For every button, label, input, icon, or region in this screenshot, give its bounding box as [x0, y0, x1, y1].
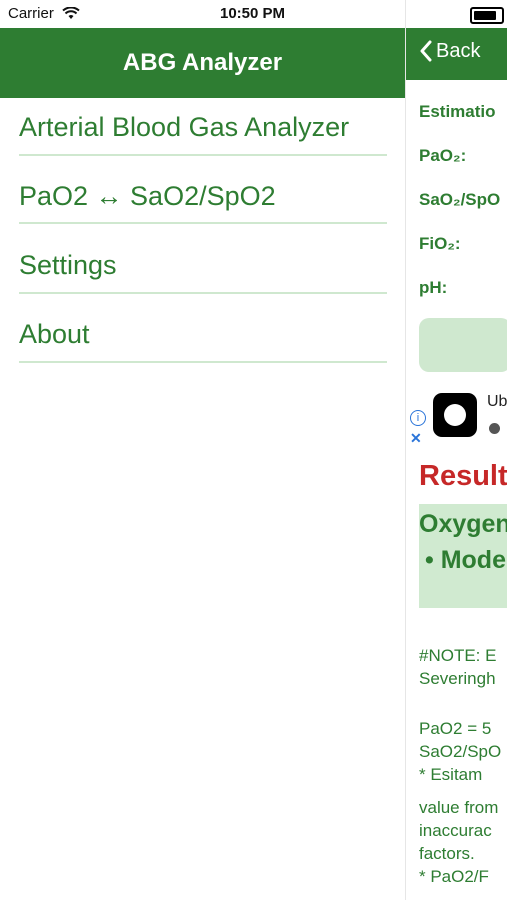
back-button[interactable]: Back — [436, 40, 480, 63]
results-line-2: • Mode — [425, 546, 506, 574]
fio2-label: FiO₂: — [419, 234, 461, 253]
detail-nav-bar: Back — [406, 28, 507, 80]
note-line: * PaO2/F — [419, 867, 489, 886]
menu-item-pao2-sao2[interactable]: PaO2 ↔ SaO2/SpO2 — [19, 181, 387, 217]
menu-title: ABG Analyzer — [0, 28, 405, 98]
apple-icon — [489, 423, 500, 434]
back-chevron-icon[interactable] — [420, 40, 432, 62]
note-line: value from — [419, 798, 499, 817]
carrier-label: Carrier — [8, 5, 54, 22]
menu-divider — [19, 292, 387, 294]
estimation-label: Estimatio — [419, 102, 496, 121]
ad-close-icon[interactable]: ✕ — [410, 430, 422, 447]
pao2-label: PaO₂: — [419, 146, 467, 165]
ad-app-icon[interactable] — [433, 393, 477, 437]
note-line: factors. — [419, 844, 475, 863]
detail-panel: Back Estimatio PaO₂: SaO₂/SpO FiO₂: pH: … — [405, 0, 507, 900]
ad-info-icon[interactable]: i — [410, 410, 426, 426]
results-title: Result — [419, 460, 507, 492]
results-line-1: Oxygen — [419, 510, 507, 538]
menu-item-about[interactable]: About — [19, 319, 387, 355]
menu-divider — [19, 222, 387, 224]
status-bar: Carrier 10:50 PM — [0, 0, 405, 28]
clock-label: 10:50 PM — [220, 5, 286, 22]
menu-divider — [19, 154, 387, 156]
note-line: #NOTE: E — [419, 646, 497, 665]
note-line: * Esitam — [419, 765, 483, 784]
detail-status-bar — [406, 0, 507, 28]
menu-panel: Carrier 10:50 PM ABG Analyzer Arterial B… — [0, 0, 405, 900]
note-line: PaO2 = 5 — [419, 719, 492, 738]
ph-label: pH: — [419, 278, 448, 297]
results-box: Oxygen • Mode — [419, 504, 507, 608]
menu-divider — [19, 361, 387, 363]
wifi-icon — [62, 7, 80, 19]
note-line: Severingh — [419, 669, 496, 688]
battery-icon — [470, 7, 504, 24]
note-line: inaccurac — [419, 821, 492, 840]
sao2-label: SaO₂/SpO — [419, 190, 501, 209]
ad-title[interactable]: Ub — [487, 393, 507, 411]
menu-item-settings[interactable]: Settings — [19, 250, 387, 286]
menu-item-abg-analyzer[interactable]: Arterial Blood Gas Analyzer — [19, 112, 387, 148]
calculate-button[interactable] — [419, 318, 507, 372]
note-line: SaO2/SpO — [419, 742, 502, 761]
